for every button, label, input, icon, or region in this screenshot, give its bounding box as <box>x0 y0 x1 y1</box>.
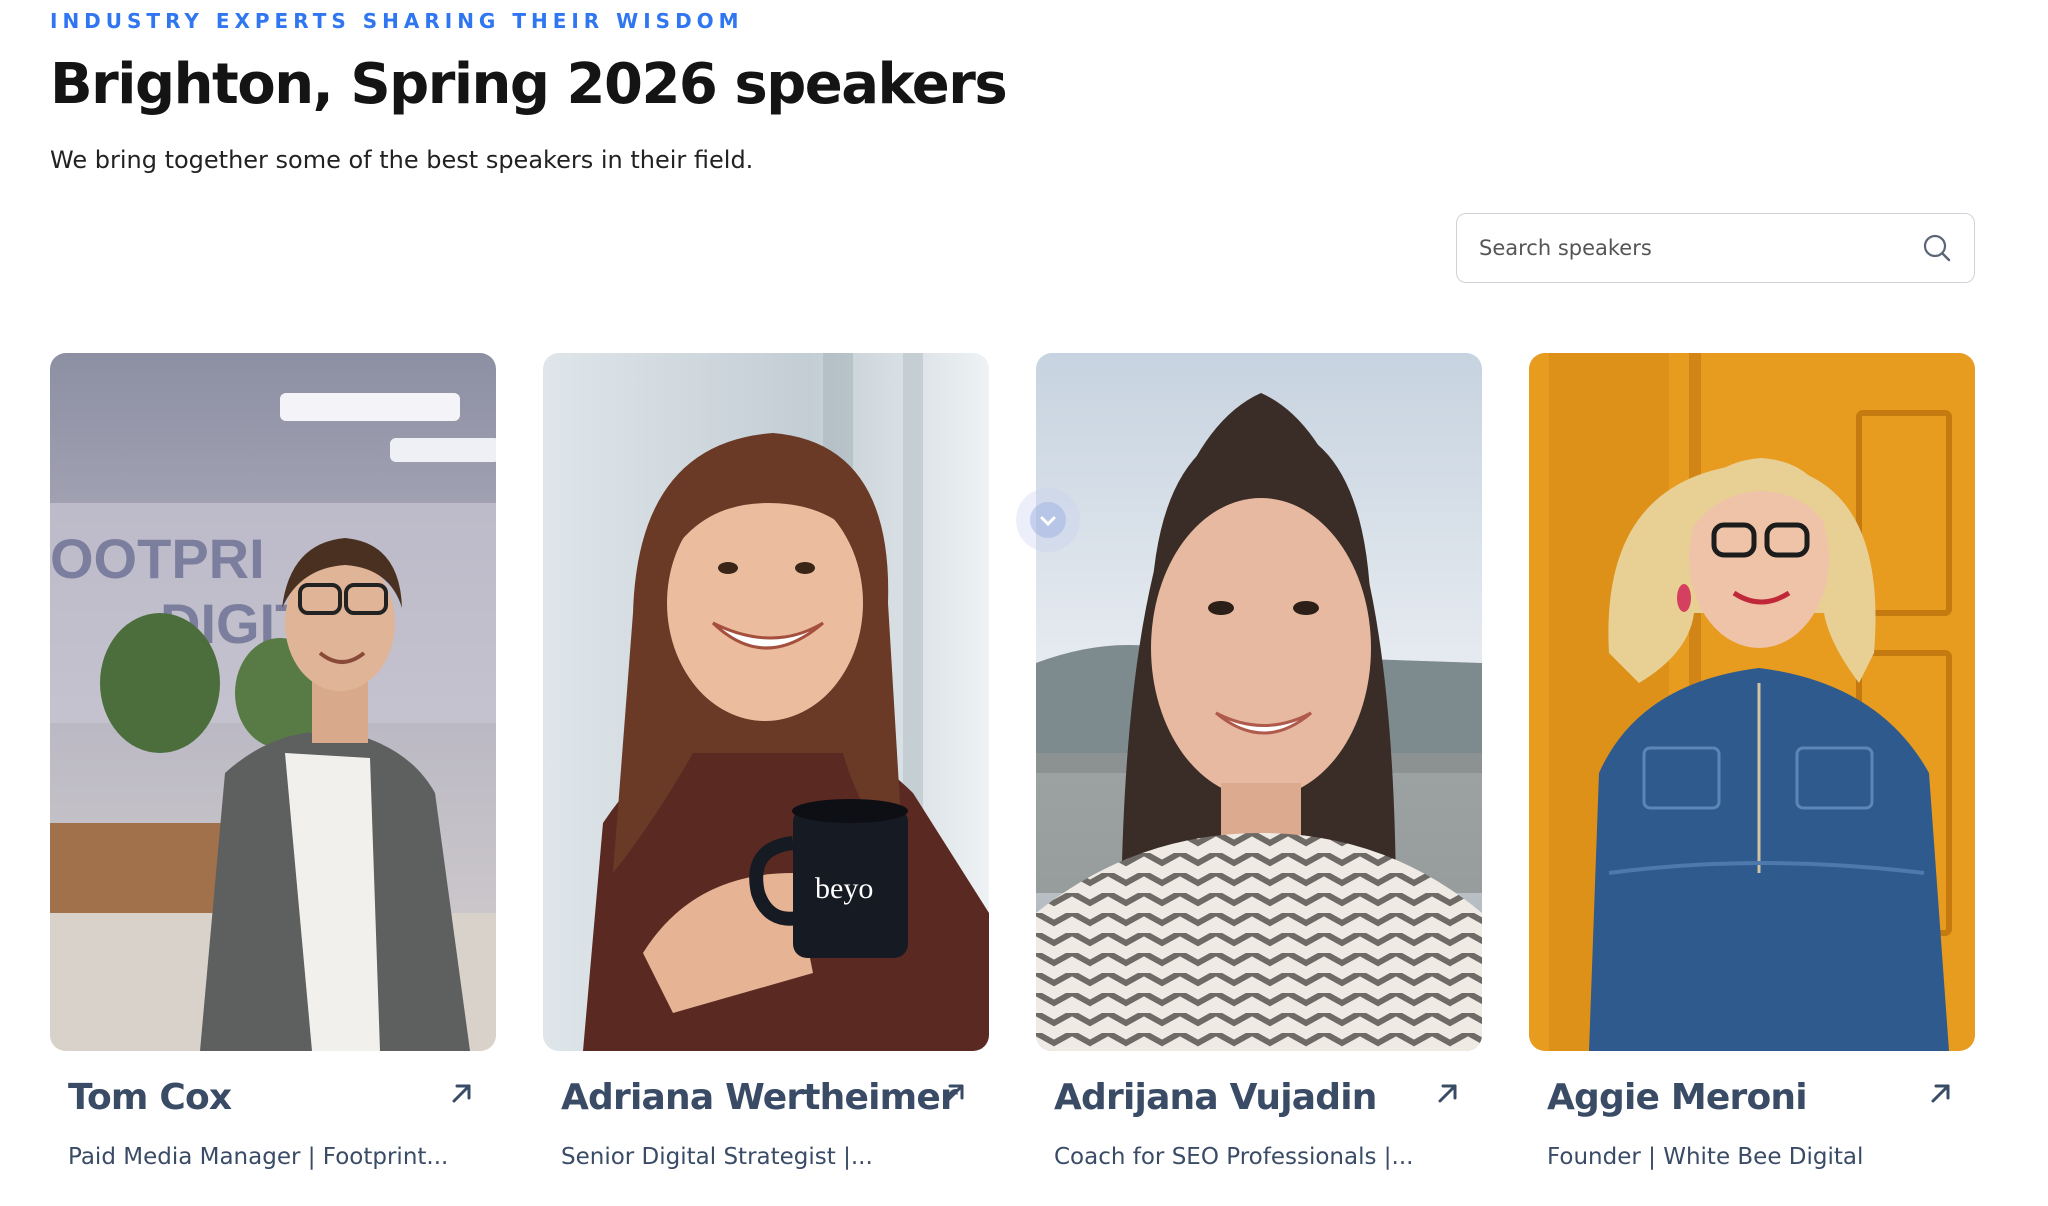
speakers-page: INDUSTRY EXPERTS SHARING THEIR WISDOM Br… <box>0 0 2048 1206</box>
svg-text:OOTPRI: OOTPRI <box>50 527 265 590</box>
speaker-role: Coach for SEO Professionals |... <box>1054 1144 1414 1170</box>
speaker-info: Adrijana Vujadin Coach for SEO Professio… <box>1036 1077 1482 1170</box>
speaker-info: Adriana Wertheimer Senior Digital Strate… <box>543 1077 989 1170</box>
scroll-down-icon[interactable] <box>1016 488 1080 552</box>
search-input[interactable] <box>1479 236 1922 260</box>
search-box <box>1456 213 1975 283</box>
arrow-up-right-icon[interactable] <box>1434 1079 1462 1107</box>
svg-text:beyo: beyo <box>815 872 873 905</box>
search-icon[interactable] <box>1922 233 1952 263</box>
speaker-photo[interactable] <box>1529 353 1975 1051</box>
speaker-role: Founder | White Bee Digital <box>1547 1144 1864 1170</box>
speaker-name[interactable]: Adriana Wertheimer <box>561 1077 971 1118</box>
page-title: Brighton, Spring 2026 speakers <box>50 52 1008 117</box>
speaker-role: Senior Digital Strategist |... <box>561 1144 873 1170</box>
arrow-up-right-icon[interactable] <box>448 1079 476 1107</box>
arrow-up-right-icon[interactable] <box>1927 1079 1955 1107</box>
speaker-info: Aggie Meroni Founder | White Bee Digital <box>1529 1077 1975 1170</box>
arrow-up-right-icon[interactable] <box>941 1079 969 1107</box>
speaker-role: Paid Media Manager | Footprint... <box>68 1144 449 1170</box>
speaker-card-adriana-wertheimer[interactable]: beyo Adriana Wertheimer Senior Digital S… <box>543 353 989 1170</box>
speaker-info: Tom Cox Paid Media Manager | Footprint..… <box>50 1077 496 1170</box>
speaker-card-aggie-meroni[interactable]: Aggie Meroni Founder | White Bee Digital <box>1529 353 1975 1170</box>
speaker-photo[interactable]: OOTPRI DIGIT <box>50 353 496 1051</box>
speaker-name[interactable]: Aggie Meroni <box>1547 1077 1957 1118</box>
speaker-grid: OOTPRI DIGIT Tom Cox Paid Media Manager … <box>50 353 1976 1170</box>
speaker-card-adrijana-vujadin[interactable]: Adrijana Vujadin Coach for SEO Professio… <box>1036 353 1482 1170</box>
page-subtitle: We bring together some of the best speak… <box>50 146 754 174</box>
section-eyebrow: INDUSTRY EXPERTS SHARING THEIR WISDOM <box>50 9 744 33</box>
speaker-photo[interactable]: beyo <box>543 353 989 1051</box>
speaker-name[interactable]: Tom Cox <box>68 1077 478 1118</box>
speaker-photo[interactable] <box>1036 353 1482 1051</box>
speaker-name[interactable]: Adrijana Vujadin <box>1054 1077 1464 1118</box>
speaker-card-tom-cox[interactable]: OOTPRI DIGIT Tom Cox Paid Media Manager … <box>50 353 496 1170</box>
